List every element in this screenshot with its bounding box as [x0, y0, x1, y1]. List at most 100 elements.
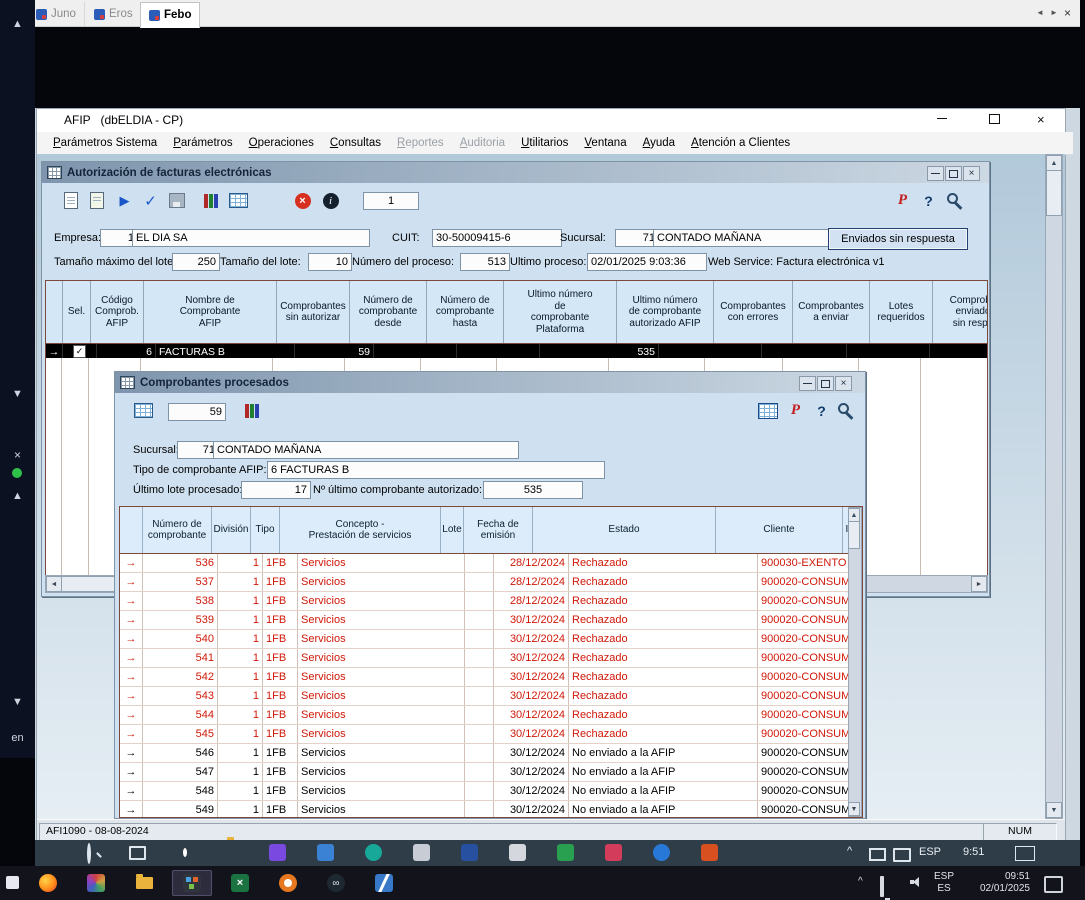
scroll-left-icon[interactable]: ◄ [46, 576, 62, 592]
menu-item[interactable]: Atención a Clientes [683, 133, 798, 154]
enviados-sin-respuesta-button[interactable]: Enviados sin respuesta [828, 228, 968, 250]
table-row[interactable]: →53811FBServicios28/12/2024Rechazado9000… [120, 592, 862, 611]
3d-app-icon[interactable] [268, 870, 308, 896]
scroll-up-icon[interactable]: ▲ [0, 490, 35, 502]
menu-item[interactable]: Operaciones [241, 133, 322, 154]
exit-icon[interactable] [942, 188, 967, 213]
tray-expand-icon[interactable]: ^ [858, 876, 863, 888]
table-row[interactable]: →53711FBServicios28/12/2024Rechazado9000… [120, 573, 862, 592]
minimize-icon[interactable] [927, 166, 944, 181]
menu-item[interactable]: Reportes [389, 133, 452, 154]
app-icon-9[interactable] [653, 844, 670, 861]
help-icon[interactable]: ? [916, 188, 941, 213]
scroll-up-icon[interactable]: ▲ [848, 508, 860, 522]
tab-close-icon[interactable]: × [1064, 6, 1071, 20]
exit-icon[interactable] [833, 398, 858, 423]
menu-item[interactable]: Ventana [576, 133, 634, 154]
table-row[interactable]: →54611FBServicios30/12/2024No enviado a … [120, 744, 862, 763]
scrollbar-thumb[interactable] [1046, 170, 1062, 216]
minimize-icon[interactable] [799, 376, 816, 391]
export-grid-icon[interactable] [131, 398, 156, 423]
display-icon[interactable] [893, 848, 911, 862]
scroll-down-icon[interactable]: ▼ [848, 802, 860, 816]
run-process-icon[interactable]: ▶ [112, 188, 137, 213]
file-explorer-icon[interactable] [124, 870, 164, 896]
close-icon[interactable]: × [835, 376, 852, 391]
menu-item[interactable]: Parámetros Sistema [45, 133, 165, 154]
tab-scroll-left-icon[interactable]: ◄ [1036, 8, 1044, 17]
confirm-icon[interactable]: ✓ [138, 188, 163, 213]
tab-febo[interactable]: Febo [140, 2, 200, 28]
menu-item[interactable]: Utilitarios [513, 133, 576, 154]
batch-books-icon[interactable] [198, 188, 223, 213]
record-count-field[interactable]: 59 [168, 403, 226, 421]
new-document-icon[interactable] [58, 188, 83, 213]
minimize-icon[interactable] [937, 118, 947, 119]
scroll-up-icon[interactable]: ▲ [1046, 155, 1062, 171]
scroll-down-icon[interactable]: ▼ [0, 388, 35, 400]
process-count-field[interactable]: 1 [363, 192, 419, 210]
tab-scroll-right-icon[interactable]: ► [1050, 8, 1058, 17]
search-icon[interactable] [87, 843, 91, 864]
table-row[interactable]: →54811FBServicios30/12/2024No enviado a … [120, 782, 862, 801]
table-row[interactable]: →54911FBServicios30/12/2024No enviado a … [120, 801, 862, 818]
app-icon-10[interactable] [701, 844, 718, 861]
widget-icon[interactable] [6, 876, 19, 889]
video-editor-icon[interactable] [364, 870, 404, 896]
numero-proceso-field[interactable]: 513 [460, 253, 510, 271]
table-row[interactable]: →54411FBServicios30/12/2024Rechazado9000… [120, 706, 862, 725]
scroll-down-icon[interactable]: ▼ [0, 696, 35, 708]
menu-item[interactable]: Auditoria [452, 133, 513, 154]
table-row[interactable]: →53911FBServicios30/12/2024Rechazado9000… [120, 611, 862, 630]
close-icon[interactable]: × [1037, 112, 1045, 127]
network-icon[interactable] [880, 876, 884, 897]
app-icon-1[interactable] [269, 844, 286, 861]
menu-item[interactable]: Ayuda [635, 133, 683, 154]
empresa-name-field[interactable]: EL DIA SA [132, 229, 370, 247]
table-view-icon[interactable] [755, 398, 780, 423]
tamano-maximo-field[interactable]: 250 [172, 253, 220, 271]
scroll-down-icon[interactable]: ▼ [1046, 802, 1062, 818]
graphics-app-icon[interactable] [76, 870, 116, 896]
tab-eros[interactable]: Eros [86, 2, 142, 26]
cuit-field[interactable]: 30-50009415-6 [432, 229, 562, 247]
checkbox-cell[interactable]: ✓ [63, 344, 97, 359]
recorder-icon[interactable]: ∞ [316, 870, 356, 896]
tab-juno[interactable]: Juno [28, 2, 85, 26]
window2-vertical-scrollbar[interactable]: ▲ ▼ [848, 507, 862, 817]
print-icon[interactable]: P [783, 398, 808, 423]
language-indicator[interactable]: ESP ES [934, 871, 954, 895]
scroll-up-icon[interactable]: ▲ [0, 18, 35, 30]
close-icon[interactable]: × [963, 166, 980, 181]
app-icon-3[interactable] [365, 844, 382, 861]
spreadsheet-icon[interactable]: × [220, 870, 260, 896]
clock[interactable]: 9:51 [963, 846, 984, 858]
menu-item[interactable]: Parámetros [165, 133, 240, 154]
export-grid-icon[interactable] [226, 188, 251, 213]
table-row[interactable]: →53611FBServicios28/12/2024Rechazado9000… [120, 554, 862, 573]
batch-books-icon[interactable] [239, 398, 264, 423]
app-icon-6[interactable] [509, 844, 526, 861]
scrollbar-thumb[interactable] [848, 521, 860, 549]
info-icon[interactable]: i [318, 188, 343, 213]
window2-titlebar[interactable]: Comprobantes procesados [115, 372, 865, 393]
tamano-lote-field[interactable]: 10 [308, 253, 352, 271]
table-row[interactable]: →54711FBServicios30/12/2024No enviado a … [120, 763, 862, 782]
table-row[interactable]: →54311FBServicios30/12/2024Rechazado9000… [120, 687, 862, 706]
properties-icon[interactable] [84, 188, 109, 213]
window1-titlebar[interactable]: Autorización de facturas electrónicas [42, 162, 989, 183]
app-icon-4[interactable] [413, 844, 430, 861]
save-icon[interactable] [164, 188, 189, 213]
app-icon-2[interactable] [317, 844, 334, 861]
ultimo-proceso-field[interactable]: 02/01/2025 9:03:36 [587, 253, 707, 271]
task-view-icon[interactable] [129, 846, 146, 860]
sucursal-name-field[interactable]: CONTADO MAÑANA [653, 229, 831, 247]
scroll-right-icon[interactable]: ► [971, 576, 987, 592]
maximize-icon[interactable] [945, 166, 962, 181]
print-icon[interactable]: P [890, 188, 915, 213]
notification-icon[interactable] [1044, 876, 1063, 893]
language-indicator[interactable]: ESP [919, 846, 941, 858]
tray-expand-icon[interactable]: ^ [847, 845, 852, 857]
maximize-icon[interactable] [817, 376, 834, 391]
close-icon[interactable]: × [0, 448, 35, 462]
